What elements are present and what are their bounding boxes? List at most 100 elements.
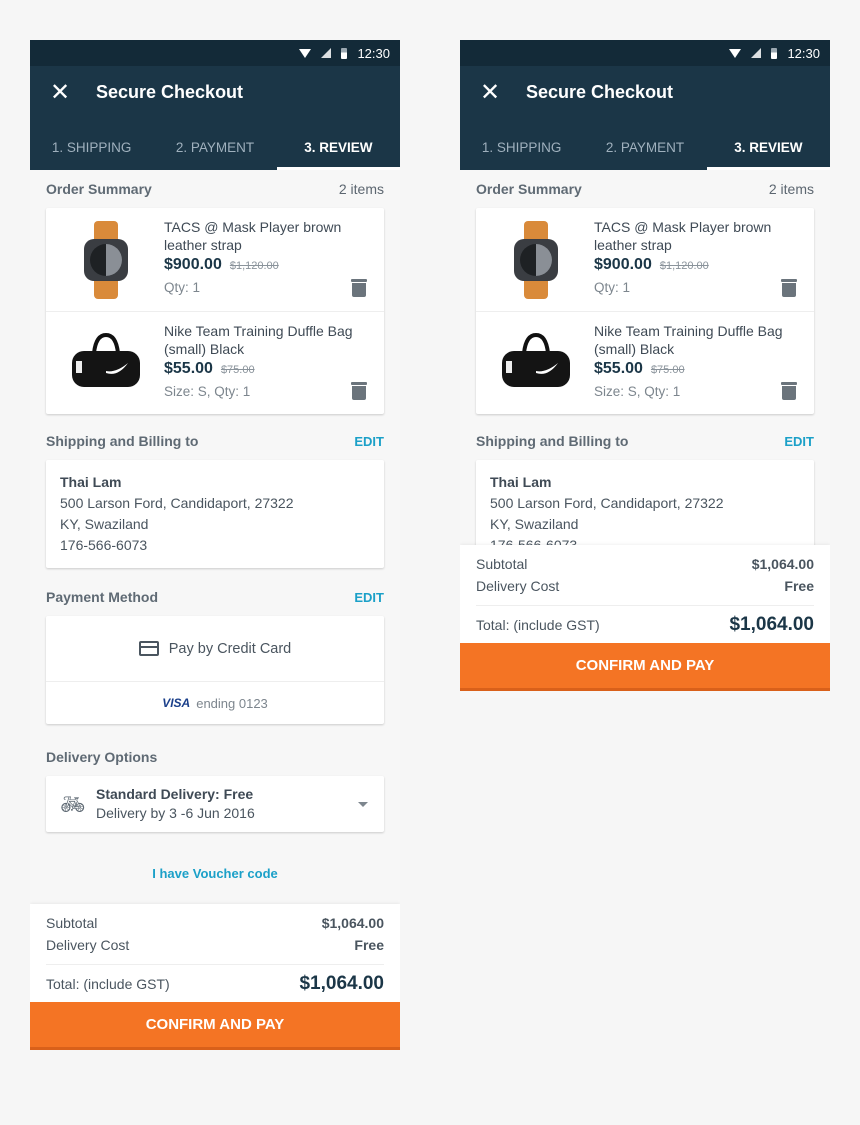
tab-payment[interactable]: 2. PAYMENT bbox=[153, 118, 276, 170]
subtotal-value: $1,064.00 bbox=[751, 556, 814, 572]
address-line-2: KY, Swaziland bbox=[490, 516, 579, 532]
list-item: TACS @ Mask Player brown leather strap $… bbox=[476, 208, 814, 311]
product-old-price: $1,120.00 bbox=[229, 260, 279, 272]
order-summary-header: Order Summary 2 items bbox=[30, 170, 400, 208]
tab-review[interactable]: 3. REVIEW bbox=[706, 118, 830, 170]
total-label: Total: (include GST) bbox=[476, 616, 600, 633]
recipient-name: Thai Lam bbox=[490, 474, 552, 490]
product-name[interactable]: TACS @ Mask Player brown leather strap bbox=[594, 218, 802, 254]
product-image-watch bbox=[486, 218, 586, 301]
list-item: Nike Team Training Duffle Bag (small) Bl… bbox=[476, 311, 814, 414]
wifi-icon bbox=[729, 48, 742, 58]
product-image-duffle-bag bbox=[56, 322, 156, 404]
checkout-screen-sticky: 12:30 ✕ Secure Checkout 1. SHIPPING 2. P… bbox=[460, 40, 830, 698]
confirm-and-pay-button[interactable]: CONFIRM AND PAY bbox=[30, 1002, 400, 1050]
chevron-down-icon bbox=[358, 802, 368, 807]
confirm-and-pay-button[interactable]: CONFIRM AND PAY bbox=[460, 643, 830, 691]
credit-card-icon bbox=[138, 641, 159, 656]
product-old-price: $1,120.00 bbox=[659, 260, 709, 272]
wifi-icon bbox=[299, 48, 312, 58]
trash-icon[interactable] bbox=[351, 279, 367, 297]
delivery-title: Delivery Options bbox=[46, 749, 158, 765]
delivery-header: Delivery Options bbox=[30, 738, 400, 776]
trash-icon[interactable] bbox=[351, 382, 367, 400]
address-line-1: 500 Larson Ford, Candidaport, 27322 bbox=[60, 495, 294, 511]
close-icon[interactable]: ✕ bbox=[480, 80, 526, 104]
trash-icon[interactable] bbox=[781, 382, 797, 400]
product-old-price: $75.00 bbox=[220, 364, 255, 376]
subtotal-value: $1,064.00 bbox=[321, 915, 384, 931]
card-ending: ending 0123 bbox=[196, 695, 268, 711]
product-name[interactable]: Nike Team Training Duffle Bag (small) Bl… bbox=[164, 322, 372, 358]
app-bar: ✕ Secure Checkout 1. SHIPPING 2. PAYMENT… bbox=[460, 66, 830, 170]
recipient-name: Thai Lam bbox=[60, 474, 122, 490]
voucher-link[interactable]: I have Voucher code bbox=[30, 866, 400, 881]
tab-review[interactable]: 3. REVIEW bbox=[276, 118, 400, 170]
tab-payment[interactable]: 2. PAYMENT bbox=[583, 118, 706, 170]
product-meta: Qty: 1 bbox=[164, 280, 201, 295]
product-price: $55.00 bbox=[164, 360, 213, 377]
product-price: $900.00 bbox=[164, 256, 222, 273]
shipping-title: Shipping and Billing to bbox=[476, 433, 629, 449]
delivery-cost-label: Delivery Cost bbox=[476, 578, 560, 594]
signal-icon bbox=[321, 48, 332, 58]
product-price: $55.00 bbox=[594, 360, 643, 377]
product-image-duffle-bag bbox=[486, 322, 586, 404]
order-totals-footer: Subtotal $1,064.00 Delivery Cost Free Tota… bbox=[460, 545, 830, 691]
address-line-1: 500 Larson Ford, Candidaport, 27322 bbox=[490, 495, 724, 511]
order-summary-header: Order Summary 2 items bbox=[460, 170, 830, 208]
delivery-cost-label: Delivery Cost bbox=[46, 937, 130, 953]
list-item: TACS @ Mask Player brown leather strap $… bbox=[46, 208, 384, 311]
page-title: Secure Checkout bbox=[96, 81, 244, 102]
shipping-title: Shipping and Billing to bbox=[46, 433, 199, 449]
order-items-card: TACS @ Mask Player brown leather strap $… bbox=[46, 208, 384, 414]
total-value: $1,064.00 bbox=[729, 613, 814, 635]
delivery-cost-value: Free bbox=[354, 937, 384, 953]
edit-payment-button[interactable]: EDIT bbox=[354, 590, 384, 605]
shipping-header: Shipping and Billing to EDIT bbox=[460, 422, 830, 460]
clock: 12:30 bbox=[357, 45, 390, 61]
product-price: $900.00 bbox=[594, 256, 652, 273]
checkout-screen-full: 12:30 ✕ Secure Checkout 1. SHIPPING 2. P… bbox=[30, 40, 400, 1050]
status-bar: 12:30 bbox=[460, 40, 830, 66]
product-old-price: $75.00 bbox=[650, 364, 685, 376]
item-count: 2 items bbox=[338, 181, 384, 197]
product-image-watch bbox=[56, 218, 156, 301]
battery-icon bbox=[771, 47, 778, 59]
product-meta: Size: S, Qty: 1 bbox=[594, 384, 681, 399]
phone-number: 176-566-6073 bbox=[60, 537, 148, 553]
signal-icon bbox=[751, 48, 762, 58]
tab-shipping[interactable]: 1. SHIPPING bbox=[460, 118, 583, 170]
visa-logo: VISA bbox=[162, 696, 191, 710]
close-icon[interactable]: ✕ bbox=[50, 80, 96, 104]
app-bar: ✕ Secure Checkout 1. SHIPPING 2. PAYMENT… bbox=[30, 66, 400, 170]
order-items-card: TACS @ Mask Player brown leather strap $… bbox=[476, 208, 814, 414]
address-line-2: KY, Swaziland bbox=[60, 516, 149, 532]
product-name[interactable]: TACS @ Mask Player brown leather strap bbox=[164, 218, 372, 254]
checkout-steps: 1. SHIPPING 2. PAYMENT 3. REVIEW bbox=[460, 118, 830, 170]
checkout-steps: 1. SHIPPING 2. PAYMENT 3. REVIEW bbox=[30, 118, 400, 170]
product-name[interactable]: Nike Team Training Duffle Bag (small) Bl… bbox=[594, 322, 802, 358]
delivery-estimate: Delivery by 3 -6 Jun 2016 bbox=[96, 805, 255, 821]
item-count: 2 items bbox=[768, 181, 814, 197]
delivery-dropdown[interactable]: 🚲︎ Standard Delivery: Free Delivery by 3… bbox=[46, 776, 384, 832]
payment-method: Pay by Credit Card bbox=[168, 640, 292, 657]
payment-header: Payment Method EDIT bbox=[30, 578, 400, 616]
payment-card: Pay by Credit Card VISA ending 0123 bbox=[46, 616, 384, 724]
tab-shipping[interactable]: 1. SHIPPING bbox=[30, 118, 153, 170]
trash-icon[interactable] bbox=[781, 279, 797, 297]
clock: 12:30 bbox=[787, 45, 820, 61]
product-meta: Qty: 1 bbox=[594, 280, 631, 295]
battery-icon bbox=[341, 47, 348, 59]
total-label: Total: (include GST) bbox=[46, 975, 170, 992]
status-bar: 12:30 bbox=[30, 40, 400, 66]
order-summary-title: Order Summary bbox=[476, 181, 582, 197]
shipping-header: Shipping and Billing to EDIT bbox=[30, 422, 400, 460]
list-item: Nike Team Training Duffle Bag (small) Bl… bbox=[46, 311, 384, 414]
payment-title: Payment Method bbox=[46, 589, 159, 605]
edit-shipping-button[interactable]: EDIT bbox=[784, 434, 814, 449]
edit-shipping-button[interactable]: EDIT bbox=[354, 434, 384, 449]
address-card: Thai Lam 500 Larson Ford, Candidaport, 2… bbox=[46, 460, 384, 568]
order-summary-title: Order Summary bbox=[46, 181, 152, 197]
order-totals-footer: Subtotal $1,064.00 Delivery Cost Free Tota… bbox=[30, 904, 400, 1050]
